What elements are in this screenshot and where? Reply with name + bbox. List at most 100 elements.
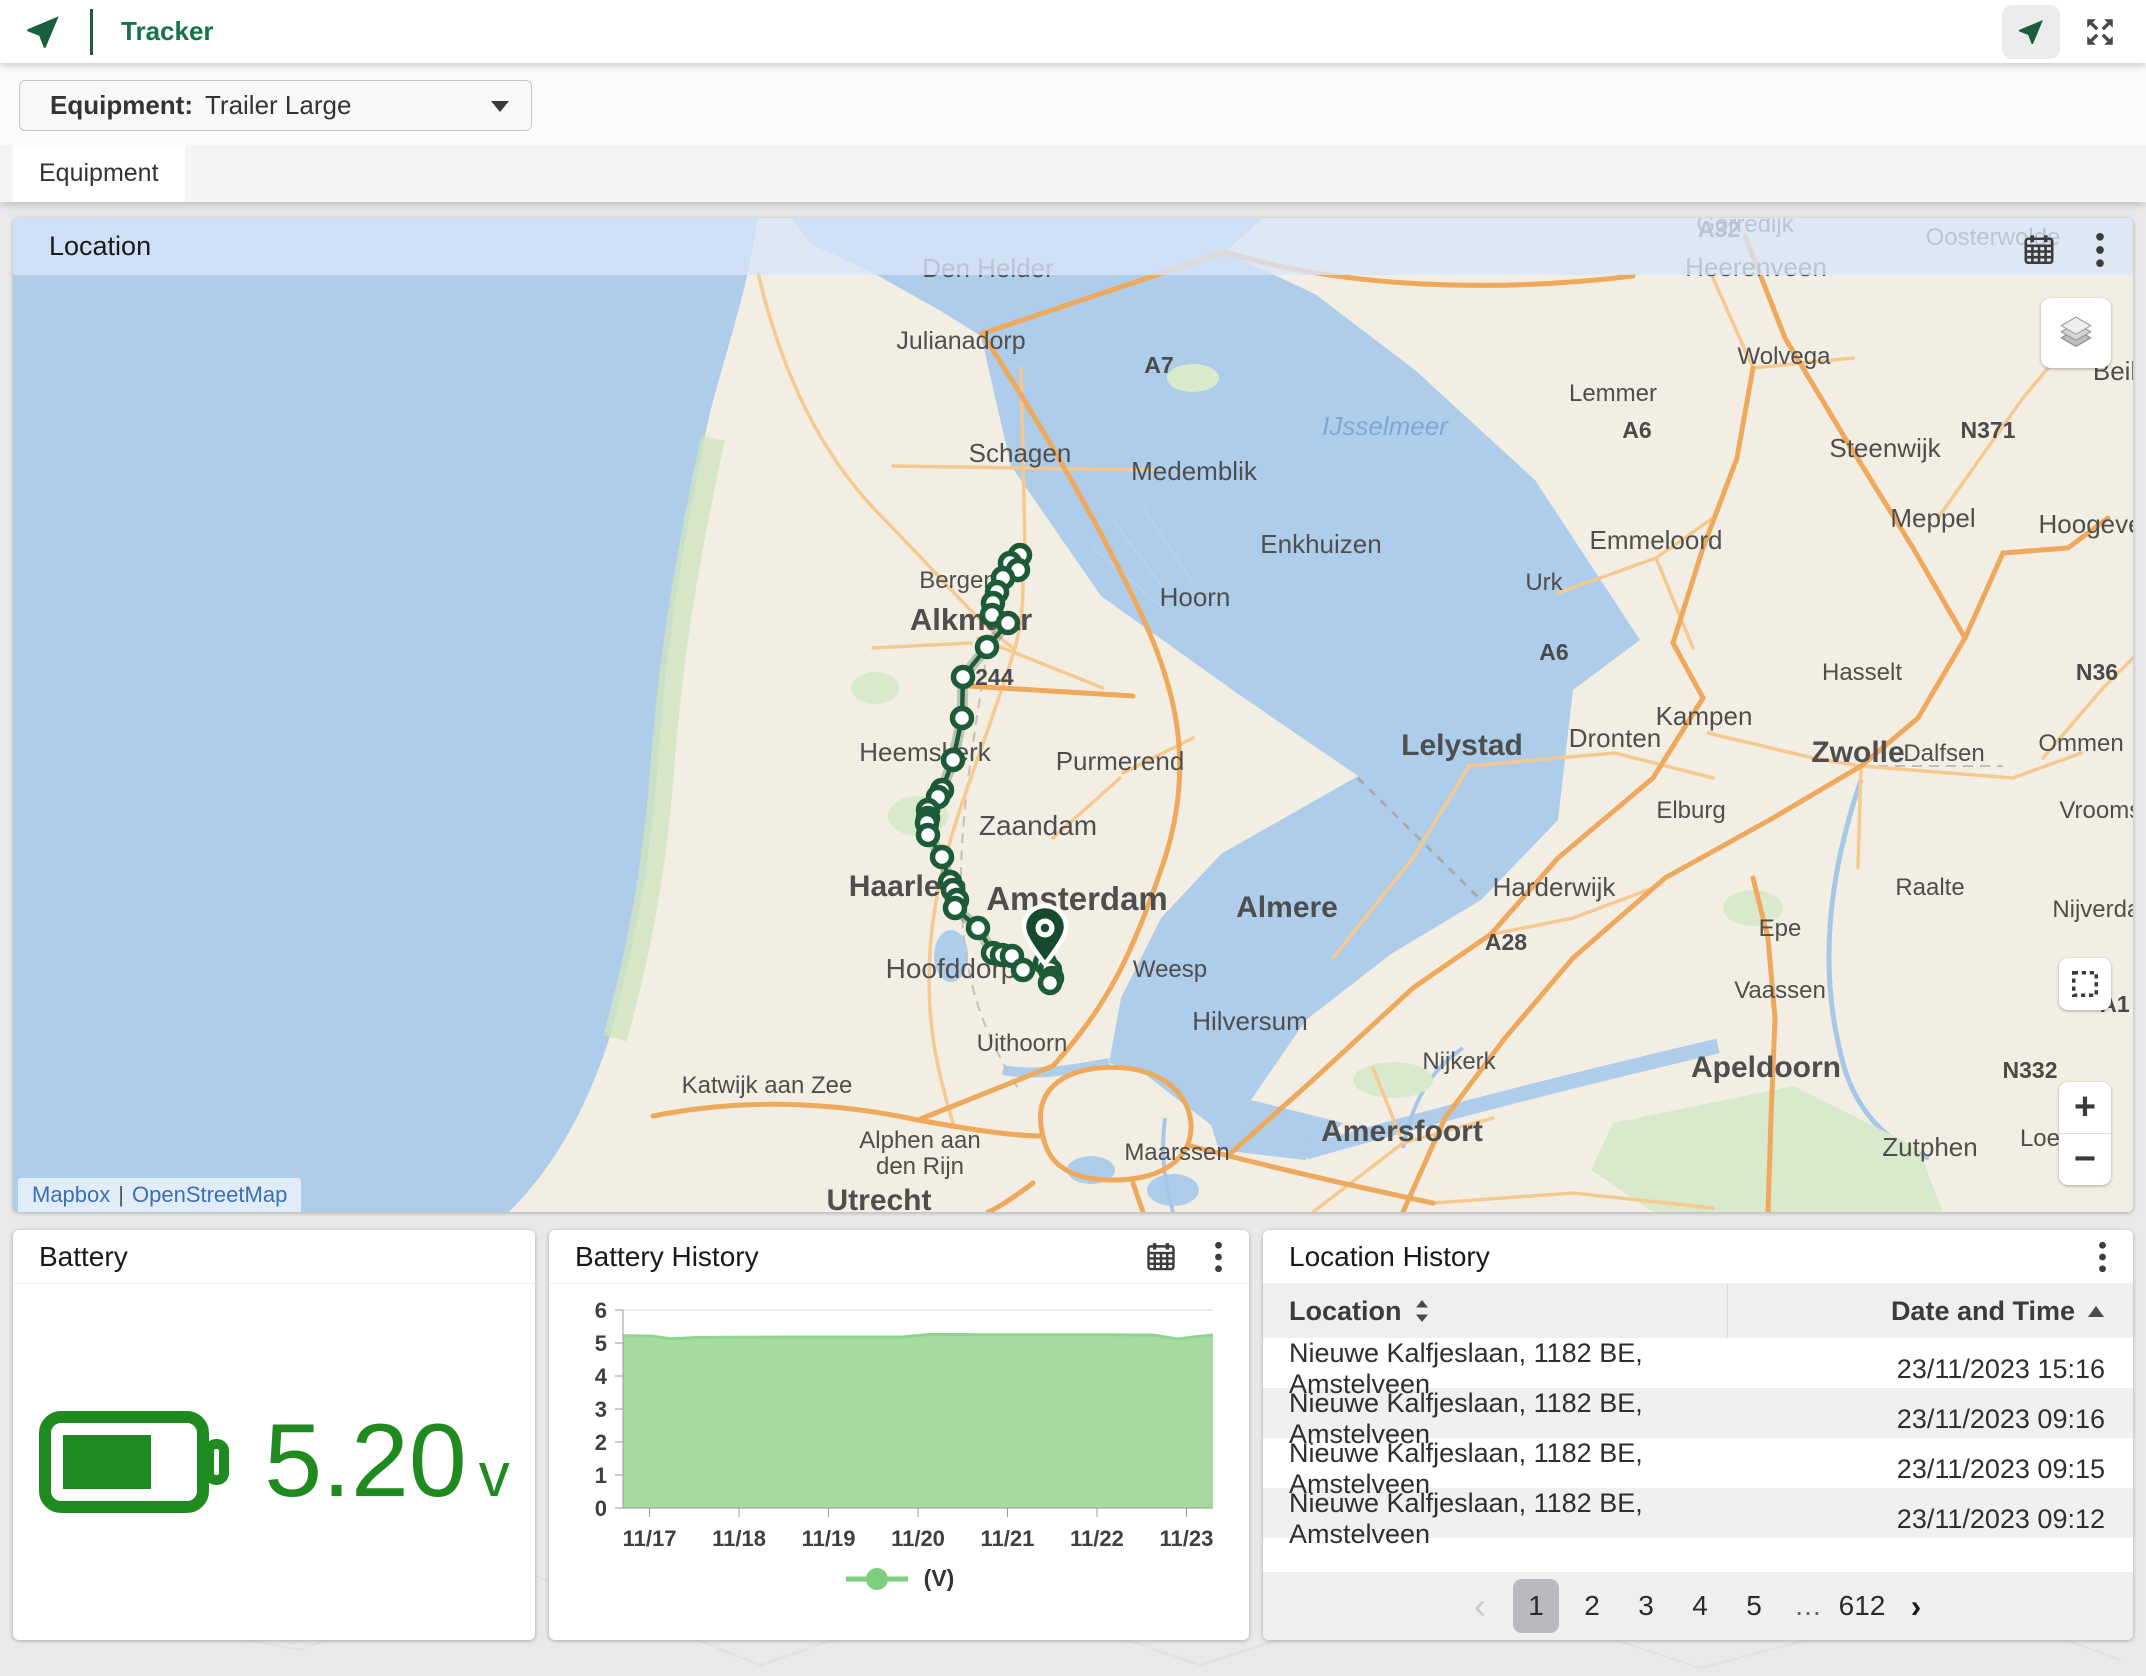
map-place-label: Dronten <box>1569 723 1662 753</box>
app-logo-icon <box>22 11 64 53</box>
svg-text:11/18: 11/18 <box>712 1526 766 1551</box>
zoom-out-button[interactable]: − <box>2059 1134 2111 1185</box>
brand-divider <box>90 9 93 55</box>
map-place-label: Vaassen <box>1734 977 1826 1004</box>
column-header-location[interactable]: Location <box>1263 1284 1727 1338</box>
route-marker[interactable] <box>933 848 952 867</box>
map-place-label: N371 <box>1961 417 2016 443</box>
map-place-label: Hoogeveen <box>2039 509 2134 539</box>
route-marker[interactable] <box>944 751 963 770</box>
location-history-table: Location Date and Time Nieuwe Kalfjeslaa… <box>1263 1284 2133 1538</box>
svg-text:1: 1 <box>595 1463 607 1488</box>
pagination-page-4[interactable]: 4 <box>1673 1579 1727 1633</box>
map-attribution: Mapbox | OpenStreetMap <box>18 1178 301 1212</box>
battery-voltage-unit: V <box>479 1440 510 1511</box>
panel-title: Battery <box>39 1241 128 1273</box>
svg-text:11/19: 11/19 <box>802 1526 856 1551</box>
svg-text:11/23: 11/23 <box>1160 1526 1214 1551</box>
map-place-label: Katwijk aan Zee <box>682 1072 853 1099</box>
map-place-label: Zutphen <box>1882 1132 1977 1162</box>
map-place-label: Alphen aanden Rijn <box>859 1127 980 1180</box>
map-place-label: Hasselt <box>1822 659 1902 686</box>
pagination-page-…[interactable]: … <box>1781 1579 1835 1633</box>
pagination-page-2[interactable]: 2 <box>1565 1579 1619 1633</box>
kebab-menu-button[interactable] <box>2098 1241 2107 1273</box>
area-chart: 012345611/1711/1811/1911/2011/2111/2211/… <box>573 1300 1225 1558</box>
kebab-icon <box>2095 232 2105 268</box>
map-place-label: Amersfoort <box>1321 1115 1483 1148</box>
battery-panel-header: Battery <box>13 1230 535 1284</box>
map-place-label: Hoorn <box>1160 582 1231 612</box>
date-range-button[interactable] <box>2021 232 2057 268</box>
map-place-label: Apeldoorn <box>1691 1051 1841 1084</box>
battery-reading: 5.20 V <box>13 1284 535 1639</box>
map-panel-header: Location <box>13 218 2133 275</box>
map-place-label: Schagen <box>969 438 1072 468</box>
battery-fill <box>63 1435 151 1489</box>
kebab-menu-button[interactable] <box>1214 1241 1223 1273</box>
route-marker[interactable] <box>919 826 938 845</box>
svg-text:2: 2 <box>595 1430 607 1455</box>
route-marker[interactable] <box>969 919 988 938</box>
map-place-label: Weesp <box>1133 956 1207 983</box>
map-place-label: Meppel <box>1890 503 1975 533</box>
area-select-icon <box>2070 969 2100 999</box>
map-place-label: IJsselmeer <box>1322 411 1449 441</box>
kebab-icon <box>2098 1241 2107 1273</box>
map-place-label: Almere <box>1236 891 1338 924</box>
pagination-page-612[interactable]: 612 <box>1835 1579 1889 1633</box>
table-row[interactable]: Nieuwe Kalfjeslaan, 1182 BE, Amstelveen … <box>1263 1438 2133 1488</box>
navigation-arrow-icon <box>2015 16 2047 48</box>
pagination-next[interactable]: › <box>1889 1579 1943 1633</box>
location-history-panel: Location History Location <box>1263 1230 2133 1640</box>
map-place-label: A7 <box>1144 352 1173 378</box>
pagination-page-1[interactable]: 1 <box>1513 1579 1559 1633</box>
map-layers-button[interactable] <box>2041 298 2111 368</box>
kebab-menu-button[interactable] <box>2095 232 2105 268</box>
map-place-label: Urk <box>1525 569 1563 596</box>
mapbox-link[interactable]: Mapbox <box>32 1182 110 1207</box>
tab-equipment-label: Equipment <box>39 159 159 188</box>
svg-text:11/20: 11/20 <box>891 1526 945 1551</box>
calendar-icon <box>1144 1240 1178 1274</box>
map-area-select-button[interactable] <box>2059 958 2111 1010</box>
route-marker[interactable] <box>946 899 965 918</box>
map-place-label: Julianadorp <box>896 327 1025 355</box>
map-place-label: Lemmer <box>1569 380 1657 407</box>
openstreetmap-link[interactable]: OpenStreetMap <box>132 1182 287 1207</box>
pagination-page-3[interactable]: 3 <box>1619 1579 1673 1633</box>
route-marker[interactable] <box>954 668 973 687</box>
pagination-page-5[interactable]: 5 <box>1727 1579 1781 1633</box>
datetime-cell: 23/11/2023 09:12 <box>1727 1488 2133 1550</box>
table-row[interactable]: Nieuwe Kalfjeslaan, 1182 BE, Amstelveen … <box>1263 1488 2133 1538</box>
table-row[interactable]: Nieuwe Kalfjeslaan, 1182 BE, Amstelveen … <box>1263 1338 2133 1388</box>
calendar-icon <box>2021 232 2057 268</box>
route-marker[interactable] <box>999 614 1018 633</box>
route-marker[interactable] <box>953 709 972 728</box>
date-range-button[interactable] <box>1144 1240 1178 1274</box>
page-title: Tracker <box>121 16 214 47</box>
map-place-label: Nijkerk <box>1422 1048 1496 1075</box>
tab-equipment[interactable]: Equipment <box>13 145 185 202</box>
map-place-label: Uithoorn <box>977 1030 1068 1057</box>
equipment-select-label: Equipment: <box>50 90 193 121</box>
route-marker[interactable] <box>1041 974 1060 993</box>
attribution-separator: | <box>118 1182 124 1207</box>
route-marker[interactable] <box>978 638 997 657</box>
equipment-select-value: Trailer Large <box>205 90 351 121</box>
battery-icon <box>38 1406 238 1518</box>
chart-legend[interactable]: (V) <box>573 1565 1225 1592</box>
table-body: Nieuwe Kalfjeslaan, 1182 BE, Amstelveen … <box>1263 1338 2133 1538</box>
map-place-label: Zaandam <box>979 810 1097 841</box>
table-row[interactable]: Nieuwe Kalfjeslaan, 1182 BE, Amstelveen … <box>1263 1388 2133 1438</box>
fullscreen-button[interactable] <box>2076 8 2124 56</box>
equipment-select[interactable]: Equipment: Trailer Large <box>19 80 532 131</box>
column-header-datetime[interactable]: Date and Time <box>1727 1284 2133 1338</box>
map-canvas[interactable]: Den HelderJulianadorpSchagenMedemblikEnk… <box>13 218 2133 1212</box>
locate-tracker-button[interactable] <box>2002 5 2060 59</box>
legend-label: (V) <box>924 1565 955 1592</box>
pagination-prev[interactable]: ‹ <box>1453 1579 1507 1633</box>
zoom-in-button[interactable]: + <box>2059 1082 2111 1133</box>
route-marker[interactable] <box>1014 961 1033 980</box>
map-place-label: Steenwijk <box>1829 433 1941 463</box>
